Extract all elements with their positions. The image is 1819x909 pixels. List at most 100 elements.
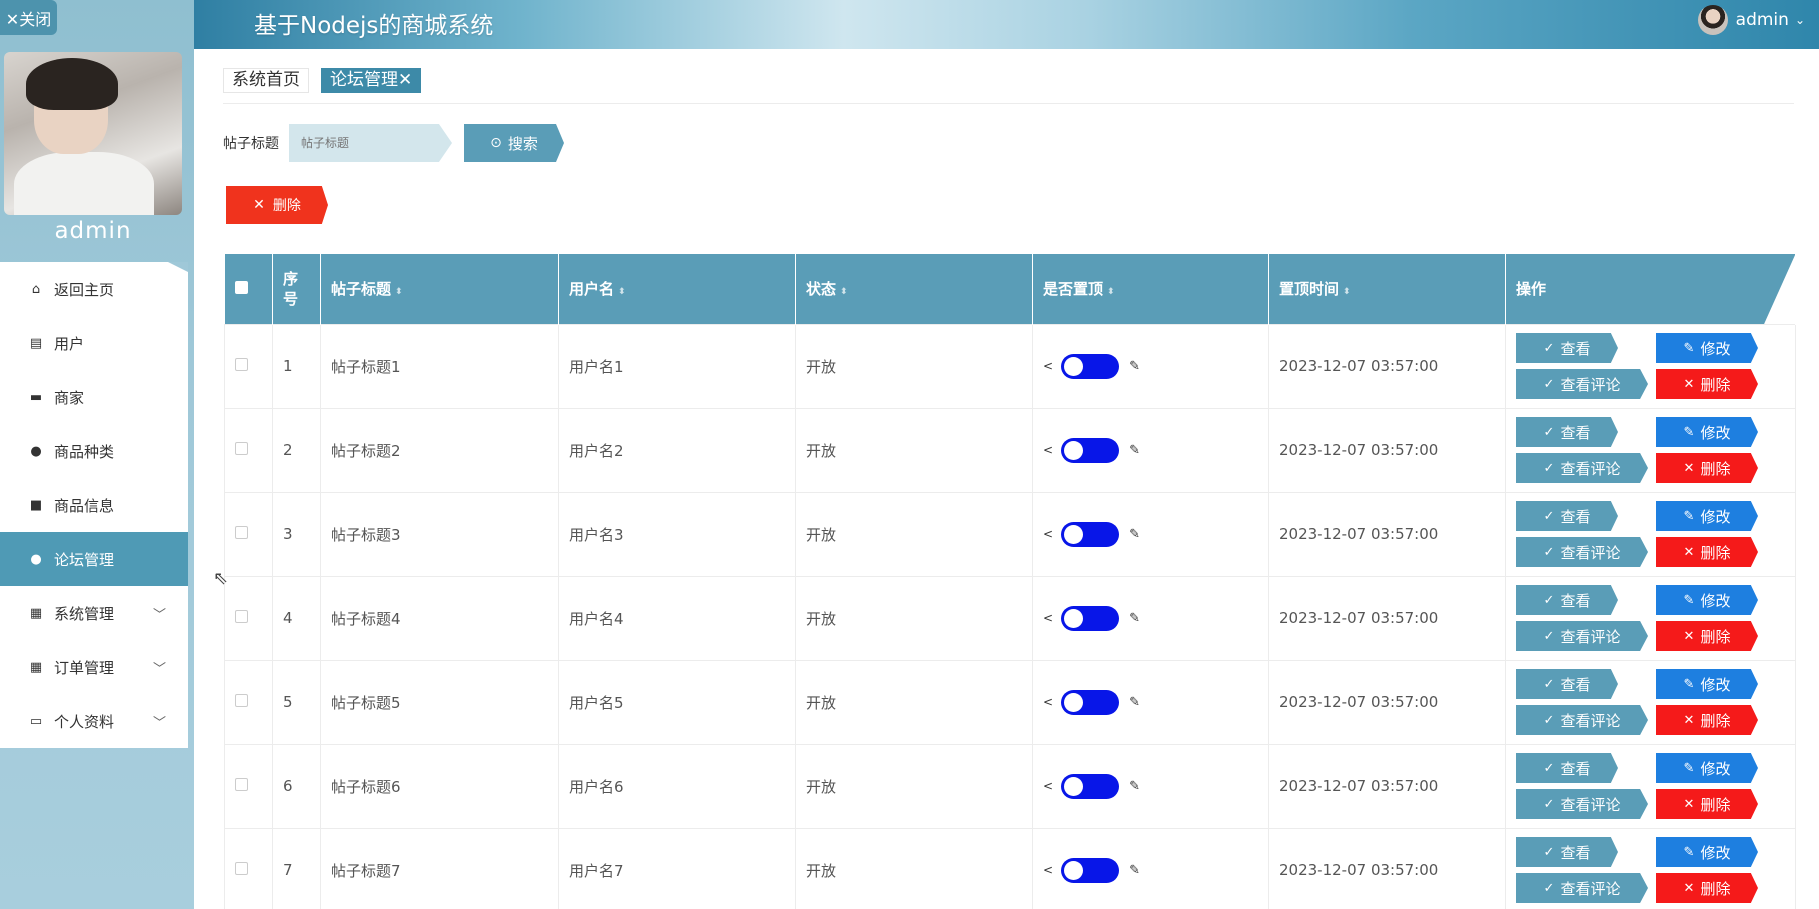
edit-button[interactable]: ✎ 修改: [1656, 501, 1758, 531]
row-pin-time: 2023-12-07 03:57:00: [1268, 491, 1506, 577]
row-pinned-cell: < ✎: [1032, 491, 1269, 577]
col-user[interactable]: 用户名 ⬍: [558, 254, 796, 324]
delete-label: 删除: [1700, 459, 1731, 478]
tab-forum[interactable]: 论坛管理✕: [321, 68, 422, 93]
delete-button[interactable]: ✕ 删除: [1656, 537, 1758, 567]
col-user-label: 用户名: [569, 280, 615, 299]
card-icon: ▭: [29, 713, 43, 729]
close-icon: ✕: [253, 197, 265, 213]
row-checkbox[interactable]: [235, 862, 248, 875]
pen-icon[interactable]: ✎: [1129, 359, 1140, 374]
sidebar-item-orders[interactable]: ▦ 订单管理 ﹀: [0, 640, 188, 694]
row-ops-cell: ✓ 查看 ✎ 修改 ✓ 查看评论 ✕ 删除: [1505, 659, 1796, 745]
view-button[interactable]: ✓ 查看: [1516, 753, 1618, 783]
view-button[interactable]: ✓ 查看: [1516, 417, 1618, 447]
view-button[interactable]: ✓ 查看: [1516, 501, 1618, 531]
view-comments-button[interactable]: ✓ 查看评论: [1516, 453, 1648, 483]
batch-delete-button[interactable]: ✕ 删除: [226, 186, 328, 224]
view-comments-button[interactable]: ✓ 查看评论: [1516, 369, 1648, 399]
row-select-cell: [224, 323, 273, 409]
check-icon: ✓: [1543, 844, 1555, 860]
row-checkbox[interactable]: [235, 442, 248, 455]
pen-icon[interactable]: ✎: [1129, 779, 1140, 794]
avatar: [1697, 5, 1728, 35]
row-checkbox[interactable]: [235, 358, 248, 371]
delete-button[interactable]: ✕ 删除: [1656, 873, 1758, 903]
edit-button[interactable]: ✎ 修改: [1656, 753, 1758, 783]
sidebar-item-users[interactable]: ▤ 用户: [0, 316, 188, 370]
pin-toggle[interactable]: [1061, 689, 1120, 715]
sidebar-item-forum[interactable]: ● 论坛管理: [0, 532, 188, 586]
pen-icon[interactable]: ✎: [1129, 695, 1140, 710]
pen-icon[interactable]: ✎: [1129, 527, 1140, 542]
row-pin-time: 2023-12-07 03:57:00: [1268, 659, 1506, 745]
delete-label: 删除: [1700, 375, 1731, 394]
delete-button[interactable]: ✕ 删除: [1656, 621, 1758, 651]
col-pinned[interactable]: 是否置顶 ⬍: [1032, 254, 1269, 324]
row-pinned-cell: < ✎: [1032, 659, 1269, 745]
sidebar-item-products[interactable]: ■ 商品信息: [0, 478, 188, 532]
delete-button[interactable]: ✕ 删除: [1656, 789, 1758, 819]
tab-home[interactable]: 系统首页: [223, 68, 309, 93]
view-button[interactable]: ✓ 查看: [1516, 669, 1618, 699]
row-pin-time: 2023-12-07 03:57:00: [1268, 743, 1506, 829]
edit-button[interactable]: ✎ 修改: [1656, 417, 1758, 447]
search-input[interactable]: [289, 124, 452, 162]
row-ops-cell: ✓ 查看 ✎ 修改 ✓ 查看评论 ✕ 删除: [1505, 575, 1796, 661]
view-button[interactable]: ✓ 查看: [1516, 333, 1618, 363]
edit-button[interactable]: ✎ 修改: [1656, 837, 1758, 867]
row-user: 用户名5: [558, 659, 796, 745]
row-title: 帖子标题2: [320, 407, 559, 493]
edit-button[interactable]: ✎ 修改: [1656, 585, 1758, 615]
view-button[interactable]: ✓ 查看: [1516, 585, 1618, 615]
pin-toggle[interactable]: [1061, 353, 1120, 379]
select-all-checkbox[interactable]: [234, 280, 248, 294]
comments-label: 查看评论: [1560, 543, 1621, 562]
view-comments-button[interactable]: ✓ 查看评论: [1516, 873, 1648, 903]
close-sidebar-button[interactable]: ✕关闭: [0, 0, 57, 35]
sidebar-item-label: 系统管理: [54, 604, 115, 623]
row-title: 帖子标题3: [320, 491, 559, 577]
sidebar-item-categories[interactable]: ● 商品种类: [0, 424, 188, 478]
pin-toggle[interactable]: [1061, 521, 1120, 547]
row-ops-cell: ✓ 查看 ✎ 修改 ✓ 查看评论 ✕ 删除: [1505, 827, 1796, 909]
user-menu[interactable]: admin ⌄: [1697, 5, 1805, 35]
row-checkbox[interactable]: [235, 610, 248, 623]
col-status[interactable]: 状态 ⬍: [795, 254, 1033, 324]
sort-icon: ⬍: [840, 287, 848, 298]
sidebar-item-label: 论坛管理: [54, 550, 115, 569]
edit-button[interactable]: ✎ 修改: [1656, 669, 1758, 699]
view-comments-button[interactable]: ✓ 查看评论: [1516, 789, 1648, 819]
pin-toggle[interactable]: [1061, 605, 1120, 631]
row-status: 开放: [795, 323, 1033, 409]
view-comments-button[interactable]: ✓ 查看评论: [1516, 621, 1648, 651]
sidebar-item-merchants[interactable]: ▬ 商家: [0, 370, 188, 424]
edit-button[interactable]: ✎ 修改: [1656, 333, 1758, 363]
row-checkbox[interactable]: [235, 778, 248, 791]
view-comments-button[interactable]: ✓ 查看评论: [1516, 705, 1648, 735]
pin-toggle[interactable]: [1061, 857, 1120, 883]
delete-label: 删除: [1700, 543, 1731, 562]
sidebar-item-home[interactable]: ⌂ 返回主页: [0, 262, 188, 316]
row-select-cell: [224, 575, 273, 661]
search-button[interactable]: ⊙ 搜索: [464, 124, 564, 162]
sidebar-item-system[interactable]: ▦ 系统管理 ﹀: [0, 586, 188, 640]
col-title[interactable]: 帖子标题 ⬍: [320, 254, 559, 324]
pin-toggle[interactable]: [1061, 437, 1120, 463]
view-button[interactable]: ✓ 查看: [1516, 837, 1618, 867]
pin-toggle[interactable]: [1061, 773, 1120, 799]
sidebar-item-profile[interactable]: ▭ 个人资料 ﹀: [0, 694, 188, 748]
pen-icon[interactable]: ✎: [1129, 863, 1140, 878]
pen-icon[interactable]: ✎: [1129, 611, 1140, 626]
delete-button[interactable]: ✕ 删除: [1656, 369, 1758, 399]
row-checkbox[interactable]: [235, 526, 248, 539]
delete-button[interactable]: ✕ 删除: [1656, 453, 1758, 483]
view-comments-button[interactable]: ✓ 查看评论: [1516, 537, 1648, 567]
delete-button[interactable]: ✕ 删除: [1656, 705, 1758, 735]
row-checkbox[interactable]: [235, 694, 248, 707]
col-pin-time[interactable]: 置顶时间 ⬍: [1268, 254, 1506, 324]
table-row: 1 帖子标题1 用户名1 开放 < ✎ 2023-12-07 03:57:00 ✓ 查看 ✎ 修改 ✓…: [224, 323, 1796, 409]
pen-icon[interactable]: ✎: [1129, 443, 1140, 458]
home-icon: ⌂: [31, 281, 41, 297]
table-row: 7 帖子标题7 用户名7 开放 < ✎ 2023-12-07 03:57:00 ✓ 查看 ✎ 修改 ✓…: [224, 827, 1796, 909]
